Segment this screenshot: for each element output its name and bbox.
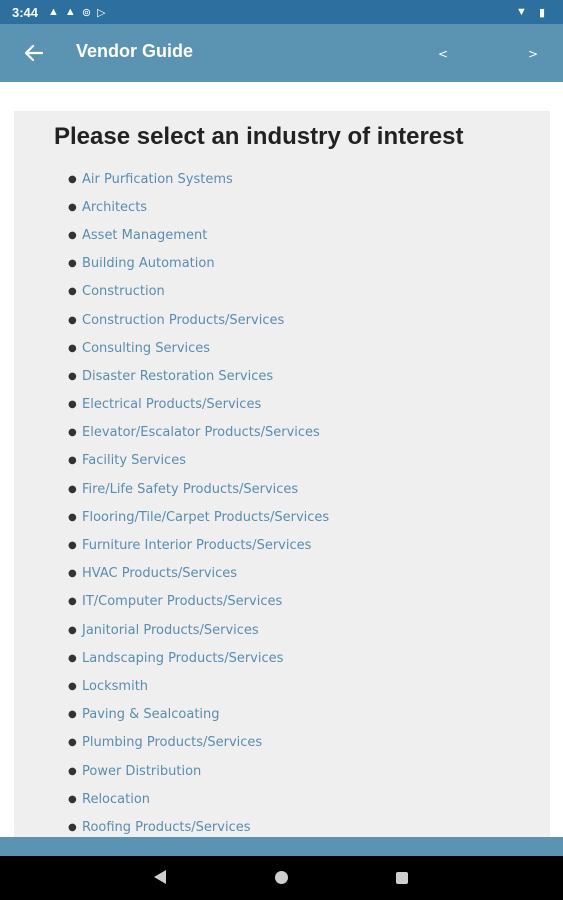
bullet-icon: ●	[68, 427, 77, 439]
bullet-icon: ●	[68, 370, 77, 382]
industry-link[interactable]: Roofing Products/Services	[82, 820, 251, 835]
industry-link[interactable]: IT/Computer Products/Services	[82, 594, 282, 609]
bullet-icon: ●	[68, 286, 77, 298]
industry-link[interactable]: Relocation	[82, 792, 150, 807]
nav-back-icon[interactable]	[154, 870, 166, 884]
warning-icon: ▲	[48, 6, 59, 18]
bullet-icon: ●	[68, 229, 77, 241]
industry-link[interactable]: Elevator/Escalator Products/Services	[82, 425, 320, 440]
bullet-icon: ●	[68, 821, 77, 833]
nav-home-icon[interactable]	[275, 871, 288, 884]
list-item[interactable]: ● Air Purfication Systems	[68, 165, 329, 193]
list-item[interactable]: ● Elevator/Escalator Products/Services	[68, 419, 329, 447]
list-item[interactable]: ● Disaster Restoration Services	[68, 362, 329, 390]
bullet-icon: ●	[68, 737, 77, 749]
bullet-icon: ●	[68, 399, 77, 411]
list-item[interactable]: ● Paving & Sealcoating	[68, 701, 329, 729]
warning-icon: ▲	[64, 6, 76, 18]
list-item[interactable]: ● Plumbing Products/Services	[68, 729, 329, 757]
page-heading: Please select an industry of interest	[54, 123, 464, 150]
industry-link[interactable]: Fire/Life Safety Products/Services	[82, 482, 298, 497]
play-store-icon: ▷	[97, 6, 106, 19]
next-button[interactable]: >	[523, 44, 543, 64]
list-item[interactable]: ● Locksmith	[68, 672, 329, 700]
industry-link[interactable]: Asset Management	[82, 228, 207, 243]
industry-link[interactable]: HVAC Products/Services	[82, 566, 237, 581]
bullet-icon: ●	[68, 680, 77, 692]
app-title: Vendor Guide	[76, 41, 194, 61]
content-card: Please select an industry of interest ● A…	[14, 111, 550, 838]
list-item[interactable]: ● HVAC Products/Services	[68, 560, 329, 588]
industry-link[interactable]: Furniture Interior Products/Services	[82, 538, 311, 553]
industry-link[interactable]: Architects	[82, 200, 147, 215]
list-item[interactable]: ● Furniture Interior Products/Services	[68, 531, 329, 559]
list-item[interactable]: ● Relocation	[68, 785, 329, 813]
previous-button[interactable]: <	[433, 44, 453, 64]
bullet-icon: ●	[68, 483, 77, 495]
bullet-icon: ●	[68, 568, 77, 580]
list-item[interactable]: ● Janitorial Products/Services	[68, 616, 329, 644]
industry-link[interactable]: Power Distribution	[82, 764, 201, 779]
list-item[interactable]: ● Construction Products/Services	[68, 306, 329, 334]
industry-link[interactable]: Air Purfication Systems	[82, 172, 233, 187]
list-item[interactable]: ● Architects	[68, 193, 329, 221]
list-item[interactable]: ● Electrical Products/Services	[68, 391, 329, 419]
industry-link[interactable]: Building Automation	[82, 256, 215, 271]
industry-link[interactable]: Electrical Products/Services	[82, 397, 261, 412]
list-item[interactable]: ● Fire/Life Safety Products/Services	[68, 475, 329, 503]
list-item[interactable]: ● Flooring/Tile/Carpet Products/Services	[68, 503, 329, 531]
list-item[interactable]: ● Building Automation	[68, 250, 329, 278]
app-bar: Vendor Guide < >	[0, 24, 563, 82]
list-item[interactable]: ● Landscaping Products/Services	[68, 644, 329, 672]
bottom-strip	[0, 837, 563, 856]
bullet-icon: ●	[68, 709, 77, 721]
industry-link[interactable]: Consulting Services	[82, 341, 210, 356]
battery-icon: ▮	[538, 6, 545, 19]
industry-link[interactable]: Plumbing Products/Services	[82, 735, 262, 750]
bullet-icon: ●	[68, 314, 77, 326]
bullet-icon: ●	[68, 455, 77, 467]
bullet-icon: ●	[68, 201, 77, 213]
industry-link[interactable]: Facility Services	[82, 453, 186, 468]
industry-link[interactable]: Construction Products/Services	[82, 313, 284, 328]
industry-link[interactable]: Flooring/Tile/Carpet Products/Services	[82, 510, 329, 525]
list-item[interactable]: ● Consulting Services	[68, 334, 329, 362]
list-item[interactable]: ● Construction	[68, 278, 329, 306]
industry-link[interactable]: Construction	[82, 284, 165, 299]
bullet-icon: ●	[68, 342, 77, 354]
arrow-left-icon	[25, 45, 43, 61]
industry-link[interactable]: Disaster Restoration Services	[82, 369, 273, 384]
list-item[interactable]: ● Facility Services	[68, 447, 329, 475]
status-bar: 3:44 ▲ ▲ ⊚ ▷ ▼ ▮	[0, 0, 563, 24]
list-item[interactable]: ● Power Distribution	[68, 757, 329, 785]
list-item[interactable]: ● Roofing Products/Services	[68, 813, 329, 838]
industry-link[interactable]: Paving & Sealcoating	[82, 707, 220, 722]
bullet-icon: ●	[68, 596, 77, 608]
sync-icon: ⊚	[81, 6, 92, 19]
bullet-icon: ●	[68, 173, 77, 185]
system-nav-bar	[0, 856, 563, 900]
bullet-icon: ●	[68, 793, 77, 805]
status-time: 3:44	[12, 4, 39, 20]
wifi-icon: ▼	[516, 6, 527, 18]
bullet-icon: ●	[68, 540, 77, 552]
list-item[interactable]: ● Asset Management	[68, 221, 329, 249]
industry-link[interactable]: Locksmith	[82, 679, 148, 694]
bullet-icon: ●	[68, 511, 77, 523]
industry-list: ● Air Purfication Systems ● Architects ● Asse…	[68, 165, 329, 838]
nav-recents-icon[interactable]	[396, 872, 408, 884]
bullet-icon: ●	[68, 258, 77, 270]
bullet-icon: ●	[68, 624, 77, 636]
bullet-icon: ●	[68, 652, 77, 664]
list-item[interactable]: ● IT/Computer Products/Services	[68, 588, 329, 616]
industry-link[interactable]: Janitorial Products/Services	[82, 623, 259, 638]
bullet-icon: ●	[68, 765, 77, 777]
back-button[interactable]	[20, 40, 48, 66]
industry-link[interactable]: Landscaping Products/Services	[82, 651, 283, 666]
